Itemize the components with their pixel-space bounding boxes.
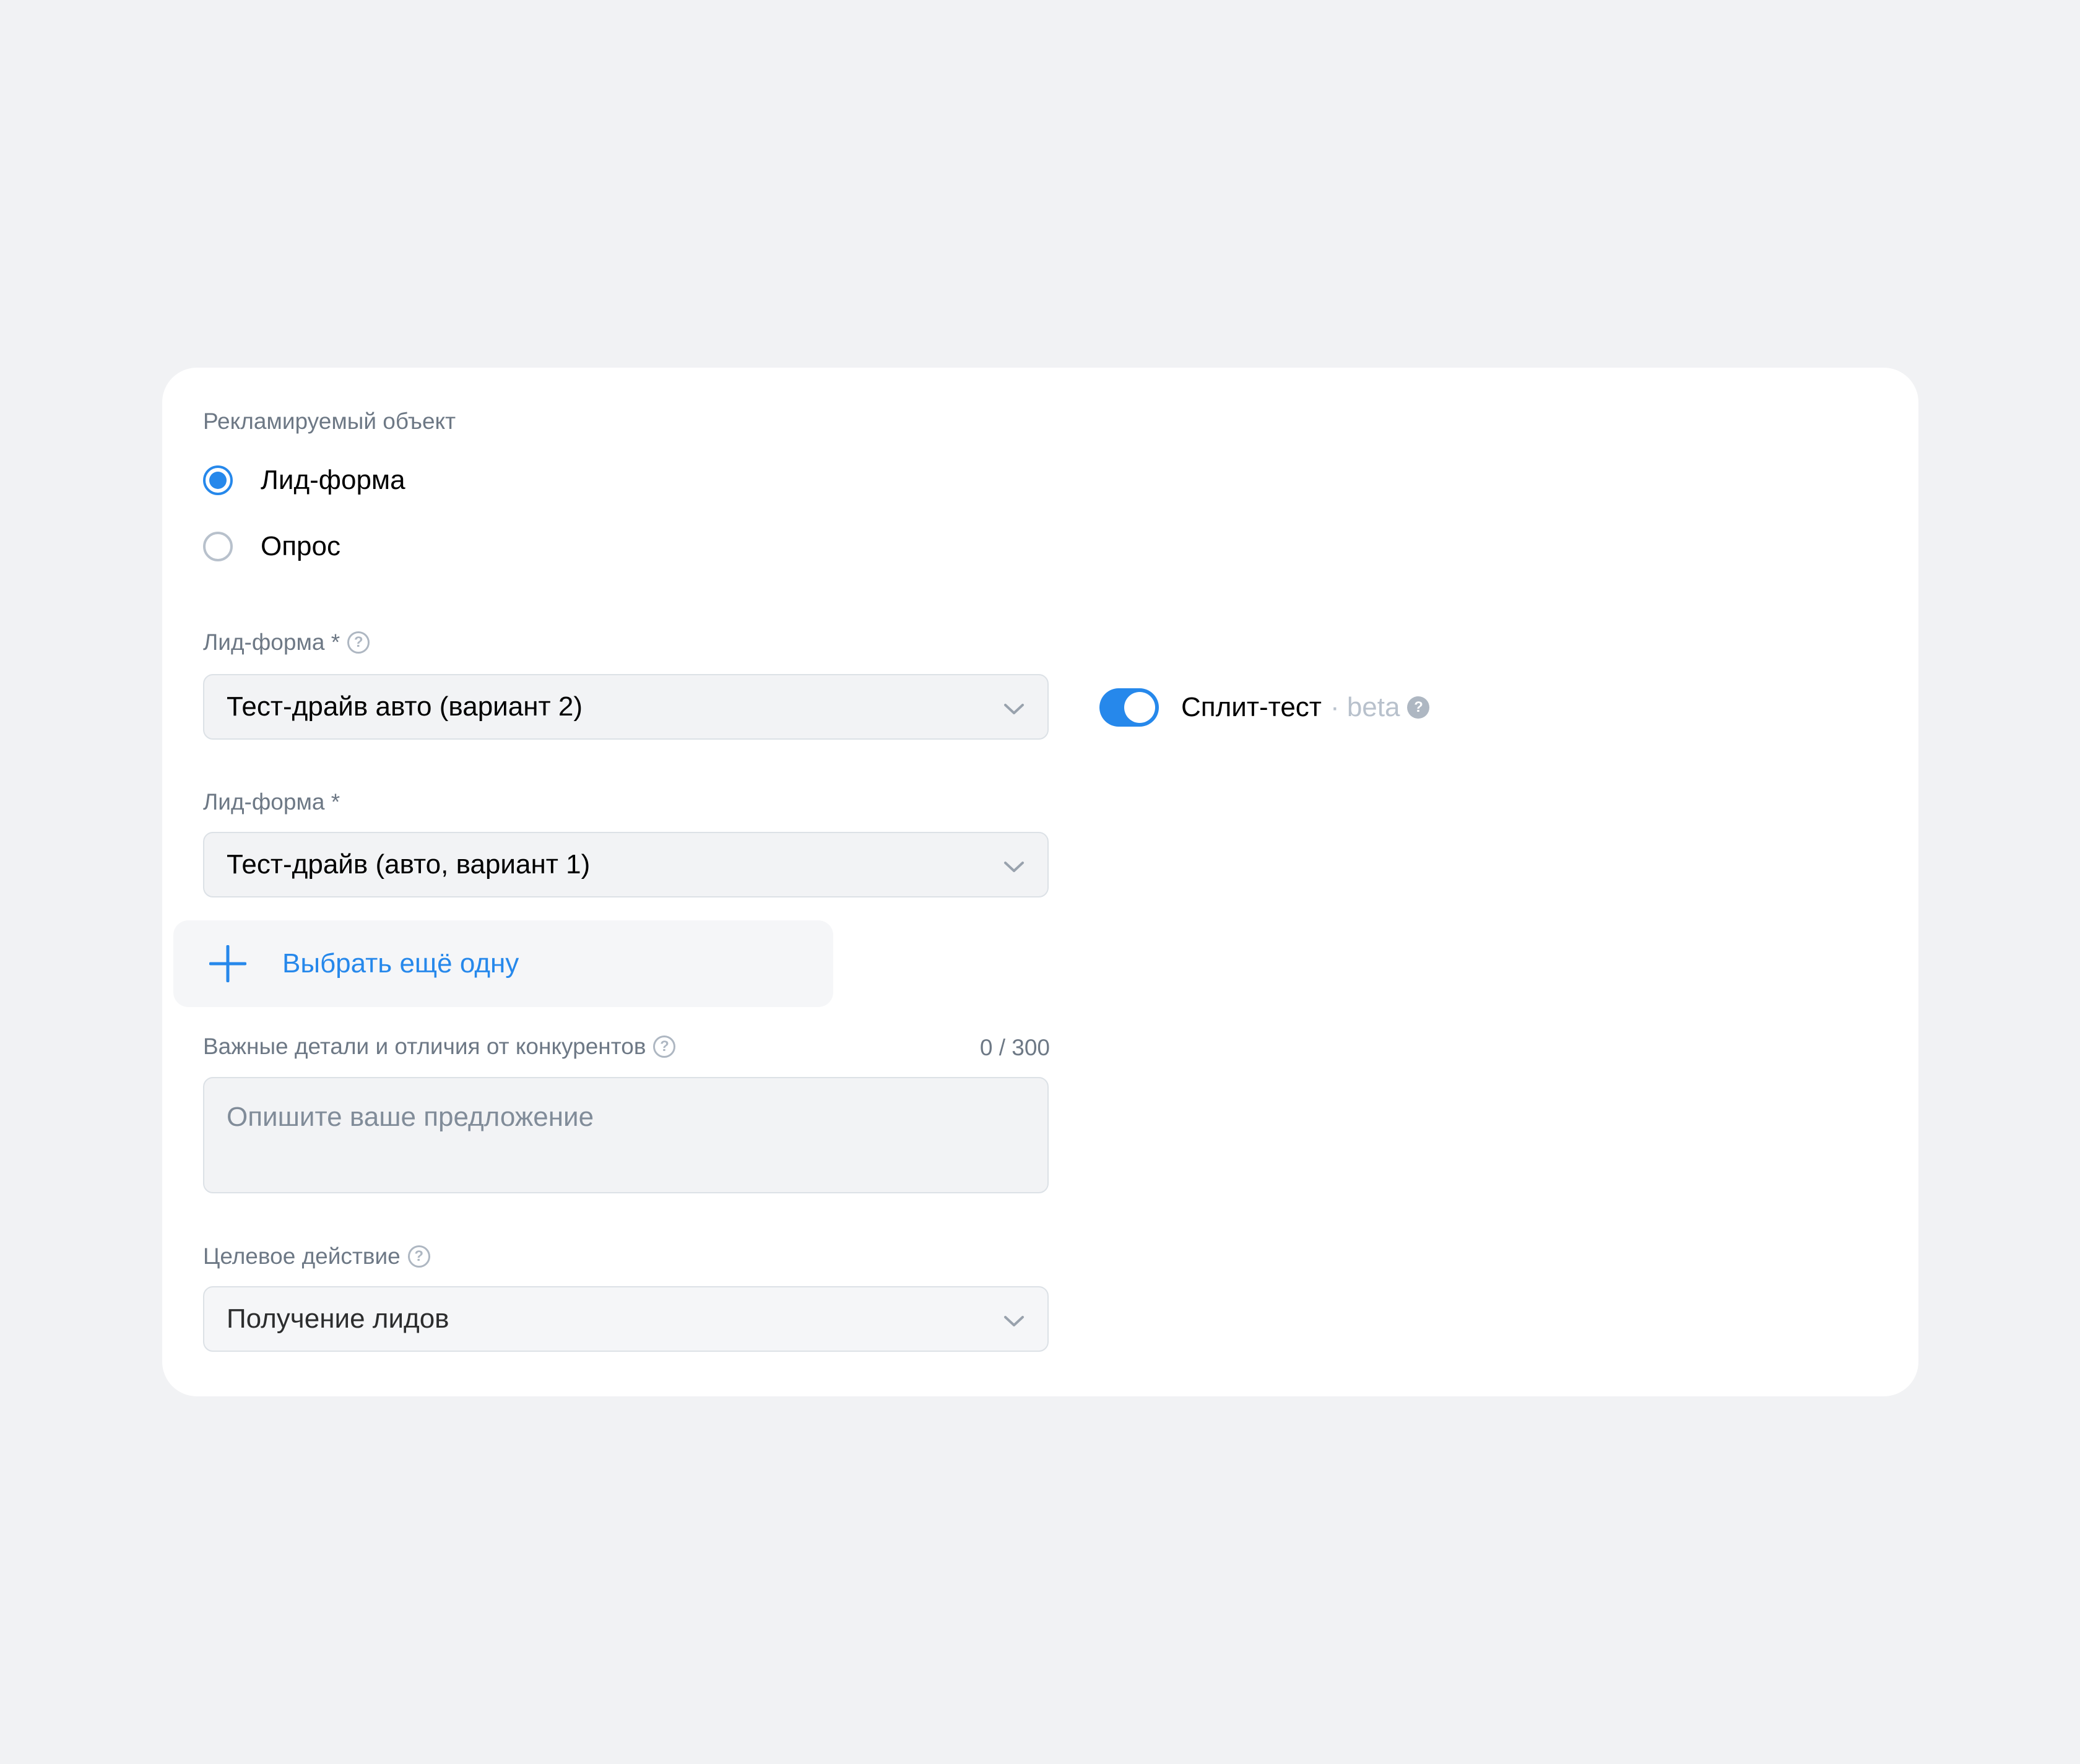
chevron-down-icon [1004, 704, 1024, 714]
lead-form-2-label: Лид-форма * [203, 789, 340, 816]
lead-form-2-select[interactable]: Тест-драйв (авто, вариант 1) [203, 832, 1049, 897]
section-label: Рекламируемый объект [203, 409, 456, 434]
lead-form-1-select[interactable]: Тест-драйв авто (вариант 2) [203, 674, 1049, 740]
select-value: Тест-драйв авто (вариант 2) [227, 691, 583, 722]
question-circle-icon[interactable]: ? [407, 1245, 430, 1268]
plus-icon [209, 945, 246, 982]
details-textarea[interactable]: Опишите ваше предложение [203, 1077, 1049, 1193]
textarea-placeholder: Опишите ваше предложение [227, 1102, 594, 1132]
char-counter: 0 / 300 [979, 1035, 1050, 1060]
radio-checked-icon[interactable] [203, 465, 233, 495]
split-test-row: Сплит-тест · beta ? [1181, 688, 1430, 727]
details-label: Важные детали и отличия от конкурентов ? [203, 1033, 676, 1060]
add-another-label: Выбрать ещё одну [282, 948, 519, 979]
chevron-down-icon [1004, 1316, 1024, 1326]
radio-unchecked-icon[interactable] [203, 532, 233, 561]
add-another-button[interactable]: Выбрать ещё одну [173, 920, 833, 1007]
beta-badge: · beta [1330, 692, 1400, 722]
select-value: Тест-драйв (авто, вариант 1) [227, 849, 591, 880]
lead-form-1-label: Лид-форма * ? [203, 629, 370, 656]
toggle-knob [1124, 692, 1155, 723]
select-value: Получение лидов [227, 1304, 449, 1334]
chevron-down-icon [1004, 862, 1024, 872]
field-label-text: Целевое действие [203, 1243, 401, 1269]
radio-label: Опрос [261, 531, 340, 561]
field-label-text: Лид-форма * [203, 629, 340, 655]
target-action-label: Целевое действие ? [203, 1243, 430, 1270]
field-label-text: Лид-форма * [203, 789, 340, 815]
split-test-label: Сплит-тест [1181, 692, 1322, 722]
target-action-select[interactable]: Получение лидов [203, 1286, 1049, 1352]
question-circle-icon[interactable]: ? [1407, 696, 1430, 719]
radio-lead-form[interactable]: Лид-форма [203, 460, 405, 500]
field-label-text: Важные детали и отличия от конкурентов [203, 1034, 646, 1059]
radio-label: Лид-форма [261, 465, 405, 495]
question-circle-icon[interactable]: ? [347, 631, 370, 654]
ad-object-card: Рекламируемый объект Лид-форма Опрос Лид… [162, 368, 1918, 1396]
question-circle-icon[interactable]: ? [653, 1035, 676, 1058]
radio-survey[interactable]: Опрос [203, 527, 340, 566]
split-test-toggle[interactable] [1099, 688, 1159, 727]
